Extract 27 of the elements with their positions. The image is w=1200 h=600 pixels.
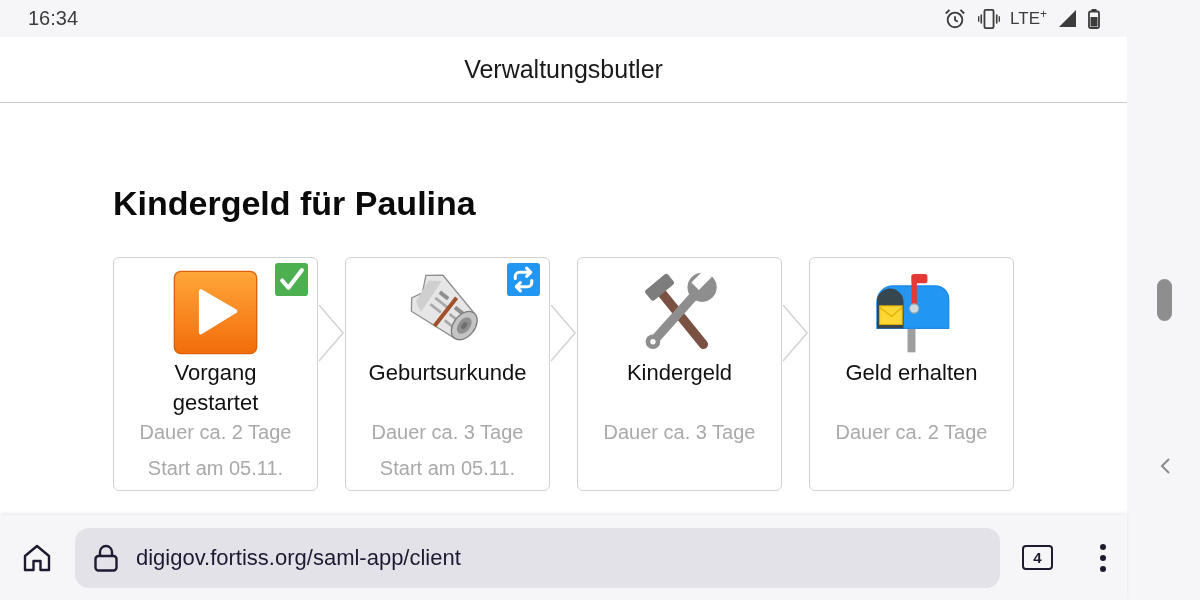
step-start-date: Start am 05.11.: [147, 456, 284, 481]
step-title: Geld erhalten: [845, 359, 978, 387]
step-duration: Dauer ca. 3 Tage: [603, 420, 756, 445]
alarm-clock-icon: [944, 7, 967, 30]
vibrate-icon: [978, 8, 1001, 29]
address-bar[interactable]: digigov.fortiss.org/saml-app/client: [75, 527, 1000, 588]
step-title: Vorgang gestartet: [171, 359, 260, 417]
play-button-icon: [173, 270, 258, 355]
more-menu-icon[interactable]: [1100, 543, 1106, 572]
step-duration: Dauer ca. 2 Tage: [835, 420, 988, 445]
network-label: LTE$^{+}$: [1010, 8, 1047, 29]
tab-count-button[interactable]: 4: [1022, 545, 1053, 570]
scroll-handle[interactable]: [1157, 279, 1172, 321]
signal-icon: [1059, 10, 1076, 27]
app-title: Verwaltungsbutler: [464, 55, 663, 84]
step-title: Geburtsurkunde: [368, 359, 527, 387]
step-duration: Dauer ca. 2 Tage: [139, 420, 292, 445]
status-time: 16:34: [28, 7, 79, 30]
home-icon[interactable]: [22, 542, 52, 573]
step-duration: Dauer ca. 3 Tage: [371, 420, 524, 445]
step-start-date: Start am 05.11.: [379, 456, 516, 481]
url-text: digigov.fortiss.org/saml-app/client: [136, 544, 461, 571]
step-title: Kindergeld: [626, 359, 733, 387]
battery-icon: [1088, 8, 1100, 29]
back-chevron-icon[interactable]: [1159, 458, 1170, 474]
lock-icon: [94, 543, 118, 572]
page-title: Kindergeld für Paulina: [113, 183, 476, 223]
